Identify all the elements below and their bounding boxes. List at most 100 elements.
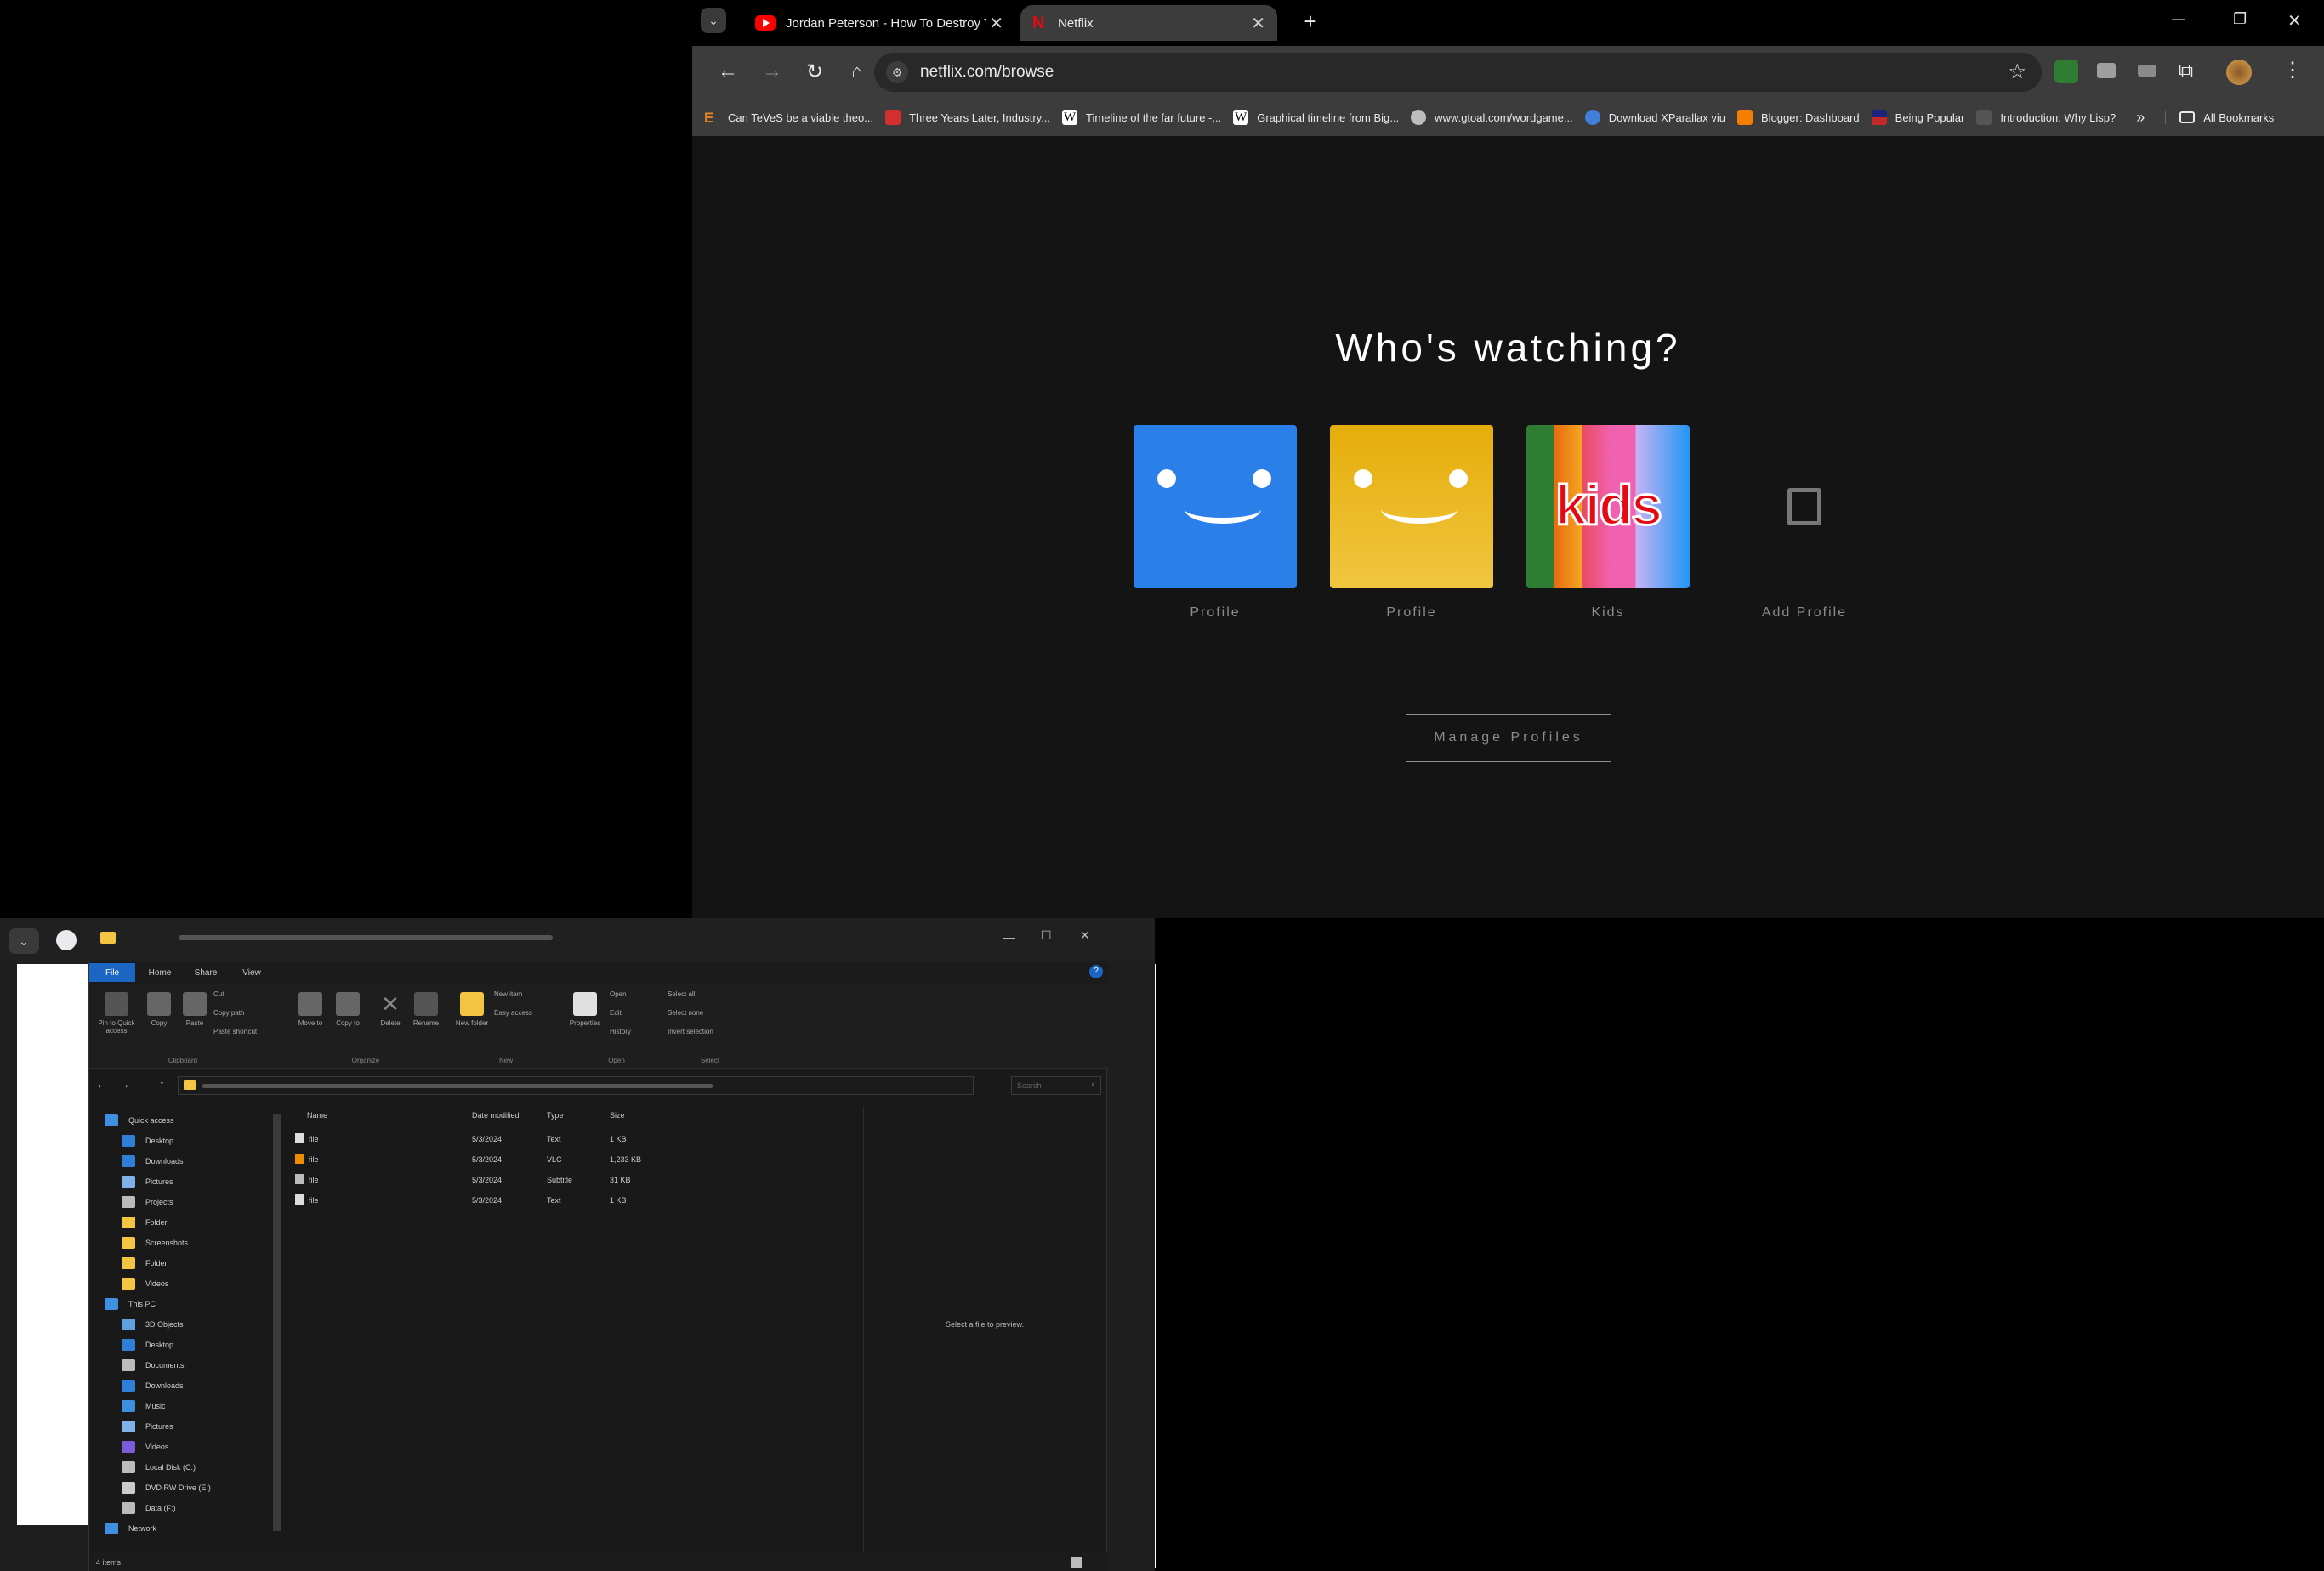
select-none-button[interactable]: Select none: [668, 1009, 744, 1017]
forward-icon[interactable]: →: [118, 1077, 130, 1091]
nav-item[interactable]: Desktop: [122, 1336, 173, 1354]
tab-search-button[interactable]: ⌄: [701, 8, 726, 33]
nav-item[interactable]: Videos: [122, 1438, 168, 1456]
close-tab-icon[interactable]: ✕: [989, 13, 1003, 34]
maximize-button[interactable]: ☐: [1041, 928, 1052, 943]
bookmark-item[interactable]: Introduction: Why Lisp?: [1976, 110, 2116, 125]
tab-search-button[interactable]: ⌄: [9, 928, 39, 954]
profile-card[interactable]: Profile: [1134, 425, 1297, 621]
column-type[interactable]: Type: [547, 1111, 564, 1120]
bookmark-item[interactable]: W Timeline of the far future -...: [1062, 110, 1221, 125]
column-date[interactable]: Date modified: [472, 1111, 520, 1120]
tab-home[interactable]: Home: [137, 963, 183, 982]
nav-item[interactable]: Folder: [122, 1254, 168, 1273]
paste-shortcut-button[interactable]: Paste shortcut: [213, 1028, 281, 1035]
nav-item[interactable]: Music: [122, 1397, 166, 1415]
nav-item[interactable]: 3D Objects: [122, 1315, 184, 1334]
profile-card[interactable]: Profile: [1330, 425, 1493, 621]
minimize-button[interactable]: —: [1003, 930, 1015, 944]
nav-scrollbar[interactable]: [273, 1114, 281, 1531]
nav-item[interactable]: Documents: [122, 1356, 185, 1375]
bookmark-item[interactable]: Blogger: Dashboard: [1737, 110, 1860, 125]
profile-card[interactable]: kids Kids: [1526, 425, 1690, 621]
close-window-button[interactable]: ✕: [2287, 10, 2302, 31]
tab-file[interactable]: File: [89, 963, 135, 982]
properties-button[interactable]: Properties: [564, 992, 606, 1027]
file-row[interactable]: file 5/3/2024 Text 1 KB: [293, 1191, 736, 1209]
bookmarks-overflow-icon[interactable]: »: [2136, 109, 2145, 127]
back-icon[interactable]: ←: [96, 1077, 108, 1091]
forward-icon[interactable]: →: [752, 51, 793, 92]
rename-button[interactable]: Rename: [409, 992, 443, 1027]
tab-netflix[interactable]: N Netflix ✕: [1020, 5, 1277, 41]
nav-item[interactable]: Screenshots: [122, 1234, 188, 1252]
copy-path-button[interactable]: Copy path: [213, 1009, 281, 1017]
delete-button[interactable]: ✕ Delete: [373, 992, 407, 1027]
nav-item[interactable]: Network: [105, 1519, 156, 1538]
column-name[interactable]: Name: [307, 1111, 327, 1120]
profile-avatar-kids[interactable]: kids: [1526, 425, 1690, 588]
nav-item[interactable]: Projects: [122, 1193, 173, 1211]
tiles-view-icon[interactable]: [1088, 1557, 1099, 1568]
bookmark-item[interactable]: W Graphical timeline from Big...: [1233, 110, 1399, 125]
copy-to-button[interactable]: Copy to: [331, 992, 365, 1027]
path-bar[interactable]: [178, 1076, 974, 1095]
tab-view[interactable]: View: [229, 963, 275, 982]
open-button[interactable]: Open: [610, 990, 661, 998]
add-profile-card[interactable]: Add Profile: [1723, 425, 1886, 621]
edit-button[interactable]: Edit: [610, 1009, 661, 1017]
extensions-puzzle-icon[interactable]: ⧉: [2179, 60, 2193, 83]
help-icon[interactable]: ?: [1089, 965, 1103, 978]
new-folder-button[interactable]: New folder: [455, 992, 489, 1027]
nav-item[interactable]: Desktop: [122, 1131, 173, 1150]
file-row[interactable]: file 5/3/2024 VLC 1,233 KB: [293, 1150, 736, 1168]
paste-button[interactable]: Paste: [178, 992, 212, 1027]
address-bar[interactable]: ⚙ netflix.com/browse ☆: [874, 53, 2042, 92]
all-bookmarks-button[interactable]: All Bookmarks: [2165, 111, 2274, 124]
nav-item[interactable]: Quick access: [105, 1111, 174, 1130]
profile-avatar[interactable]: [2226, 60, 2252, 85]
search-box[interactable]: Search ⌕: [1011, 1076, 1101, 1095]
site-info-icon[interactable]: ⚙: [886, 61, 908, 83]
bookmark-star-icon[interactable]: ☆: [2008, 60, 2026, 84]
nav-item[interactable]: Downloads: [122, 1376, 184, 1395]
nav-item[interactable]: Videos: [122, 1274, 168, 1293]
tab-share[interactable]: Share: [183, 963, 229, 982]
manage-profiles-button[interactable]: Manage Profiles: [1406, 714, 1611, 762]
easy-access-button[interactable]: Easy access: [494, 1009, 554, 1017]
copy-button[interactable]: Copy: [142, 992, 176, 1027]
nav-item[interactable]: Pictures: [122, 1172, 173, 1191]
nav-item[interactable]: Data (F:): [122, 1499, 176, 1517]
up-icon[interactable]: ↑: [159, 1077, 165, 1091]
extension-icon[interactable]: [2054, 60, 2078, 83]
nav-item[interactable]: Folder: [122, 1213, 168, 1232]
restore-button[interactable]: ❐: [2233, 10, 2247, 28]
nav-item[interactable]: This PC: [105, 1295, 156, 1313]
nav-item[interactable]: DVD RW Drive (E:): [122, 1478, 211, 1497]
camera-icon[interactable]: [2097, 63, 2116, 78]
cast-icon[interactable]: [2138, 65, 2156, 77]
file-row[interactable]: file 5/3/2024 Subtitle 31 KB: [293, 1171, 736, 1188]
bookmark-item[interactable]: Download XParallax viu: [1584, 110, 1725, 125]
tab-youtube[interactable]: Jordan Peterson - How To Destroy Your N …: [743, 5, 1015, 41]
details-view-icon[interactable]: [1071, 1557, 1082, 1568]
close-window-button[interactable]: ✕: [1080, 928, 1090, 943]
file-row[interactable]: file 5/3/2024 Text 1 KB: [293, 1130, 736, 1148]
home-icon[interactable]: ⌂: [837, 51, 878, 92]
back-icon[interactable]: ←: [707, 51, 748, 92]
column-size[interactable]: Size: [610, 1111, 625, 1120]
cut-button[interactable]: Cut: [213, 990, 281, 998]
profile-avatar-blue[interactable]: [1134, 425, 1297, 588]
bookmark-item[interactable]: www.gtoal.com/wordgame...: [1411, 110, 1573, 125]
invert-selection-button[interactable]: Invert selection: [668, 1028, 744, 1035]
close-tab-icon[interactable]: ✕: [1251, 13, 1265, 34]
new-tab-button[interactable]: +: [1298, 9, 1323, 34]
nav-item[interactable]: Local Disk (C:): [122, 1458, 196, 1477]
bookmark-item[interactable]: Three Years Later, Industry...: [885, 110, 1050, 125]
minimize-button[interactable]: —: [2172, 12, 2185, 27]
nav-item[interactable]: Pictures: [122, 1417, 173, 1436]
new-item-button[interactable]: New item: [494, 990, 554, 998]
move-to-button[interactable]: Move to: [293, 992, 327, 1027]
reload-icon[interactable]: ↻: [794, 51, 835, 92]
bookmark-item[interactable]: Being Popular: [1871, 110, 1964, 125]
